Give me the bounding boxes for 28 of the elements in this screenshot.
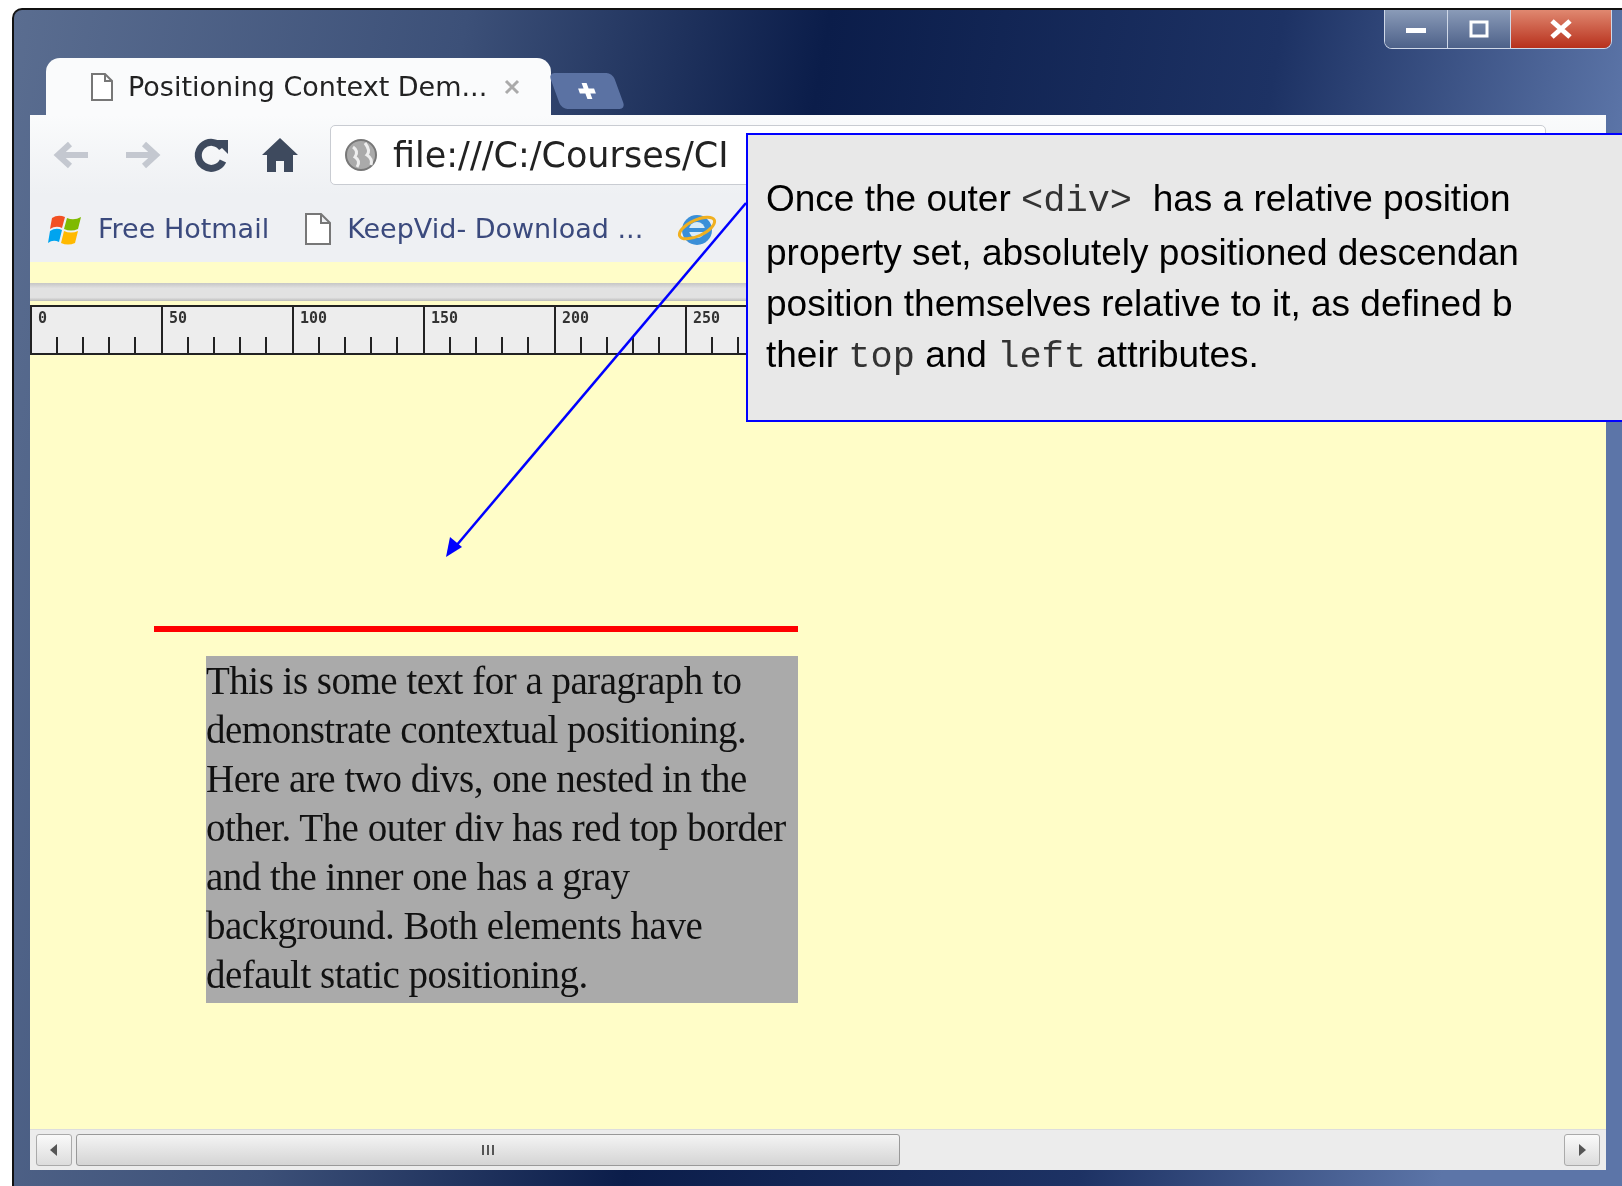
grip-icon [480, 1144, 496, 1156]
new-tab-button[interactable] [548, 73, 626, 109]
close-button[interactable] [1511, 10, 1611, 48]
ruler-label: 50 [168, 308, 188, 327]
minimize-button[interactable] [1385, 10, 1448, 48]
ruler-label: 0 [37, 308, 48, 327]
callout-text: Once the outer <div> has a relative position property set, absolutely positioned descendan position themselves relative to it, as defined b their top and left attributes. [766, 177, 1520, 380]
scroll-right-button[interactable] [1564, 1134, 1600, 1166]
left-arrow-icon [49, 1143, 59, 1157]
address-text: file:///C:/Courses/CI [393, 135, 729, 175]
right-arrow-icon [1577, 1143, 1587, 1157]
ruler-label: 100 [299, 308, 328, 327]
maximize-icon [1467, 19, 1491, 39]
maximize-button[interactable] [1448, 10, 1511, 48]
page-icon [90, 71, 114, 102]
home-icon[interactable] [260, 136, 300, 174]
browser-tab[interactable]: Positioning Context Dem... [46, 58, 551, 115]
bookmark[interactable]: Free Hotmail [48, 211, 270, 246]
bookmark[interactable]: KeepVid- Download ... [303, 211, 644, 246]
ruler-label: 200 [561, 308, 590, 327]
globe-icon [343, 137, 379, 173]
scrollbar-thumb[interactable] [76, 1134, 900, 1166]
paragraph: This is some text for a paragraph to demonstrate contextual positioning. Here are two divs, one nested in the other. The outer div has red top border and the inner one has a gray background. Both elements have default static positioning. [206, 656, 798, 1003]
ruler-label: 250 [692, 308, 721, 327]
ruler-label: 150 [430, 308, 459, 327]
reload-icon[interactable] [192, 136, 230, 174]
scroll-left-button[interactable] [36, 1134, 72, 1166]
page-icon [303, 211, 334, 246]
